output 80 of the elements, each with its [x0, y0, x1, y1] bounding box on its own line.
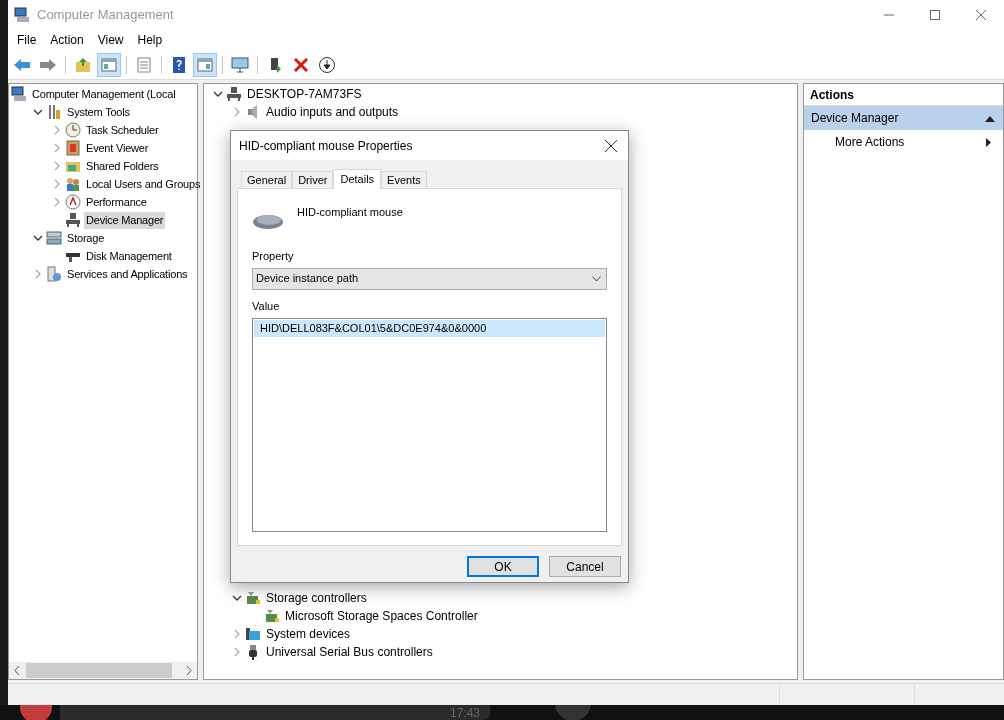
collapse-triangle-icon [985, 114, 995, 122]
tab[interactable]: Driver [292, 171, 334, 188]
value-item[interactable]: HID\DELL083F&COL01\5&DC0E974&0&0000 [254, 320, 605, 337]
list-icon [135, 55, 153, 74]
users-icon [65, 176, 81, 192]
clock-text: 17:43 [449, 707, 480, 720]
menu-item[interactable]: File [10, 31, 44, 49]
tree-item[interactable]: Event Viewer [84, 139, 151, 157]
controller-icon [264, 608, 280, 624]
tree-item[interactable]: Audio inputs and outputs [264, 103, 401, 121]
expanded-chevron-icon[interactable] [213, 89, 223, 99]
controller-icon [245, 590, 261, 606]
collapsed-chevron-icon[interactable] [52, 125, 62, 135]
services-icon [46, 266, 62, 282]
remove-icon [292, 55, 310, 74]
folder-icon [74, 55, 92, 74]
submenu-arrow-icon [986, 137, 991, 147]
tree-item[interactable]: Local Users and Groups [84, 175, 203, 193]
device-name: HID-compliant mouse [297, 205, 403, 220]
tree-item[interactable]: DESKTOP-7AM73FS [245, 85, 364, 103]
expanded-chevron-icon[interactable] [33, 233, 43, 243]
dialog-title: HID-compliant mouse Properties [239, 137, 413, 155]
property-label: Property [252, 249, 295, 264]
tree-item[interactable]: Storage [65, 229, 107, 247]
action-link[interactable]: More Actions [835, 133, 905, 151]
clock-icon [65, 122, 81, 138]
collapsed-chevron-icon[interactable] [52, 179, 62, 189]
tree-item[interactable]: Microsoft Storage Spaces Controller [283, 607, 480, 625]
collapsed-chevron-icon[interactable] [232, 107, 242, 117]
help-icon [170, 55, 188, 74]
tree-item[interactable]: Task Scheduler [84, 121, 161, 139]
log-icon [65, 140, 81, 156]
download-icon [318, 55, 336, 74]
gauge-icon [65, 194, 81, 210]
tree-item[interactable]: Performance [84, 193, 149, 211]
tree-item[interactable]: System devices [264, 625, 353, 643]
tree-item[interactable]: System Tools [65, 103, 132, 121]
storage-icon [46, 230, 62, 246]
action-section-header[interactable]: Device Manager [804, 106, 1003, 130]
tree-item[interactable]: Services and Applications [65, 265, 190, 283]
computer-icon [11, 86, 27, 102]
expanded-chevron-icon[interactable] [232, 593, 242, 603]
tree-item[interactable]: Shared Folders [84, 157, 161, 175]
menu-item[interactable]: View [90, 31, 131, 49]
close-icon[interactable] [605, 139, 617, 152]
collapsed-chevron-icon[interactable] [33, 269, 43, 279]
computer-icon [14, 7, 30, 23]
expanded-chevron-icon[interactable] [33, 107, 43, 117]
tree-item[interactable]: Universal Serial Bus controllers [264, 643, 435, 661]
collapsed-chevron-icon[interactable] [52, 197, 62, 207]
window-title: Computer Management [37, 6, 174, 25]
computer-icon [226, 86, 242, 102]
menu-item[interactable]: Help [130, 31, 170, 49]
close-icon [976, 10, 986, 20]
menu-item[interactable]: Action [43, 31, 91, 49]
folder-monitor-icon [245, 626, 261, 642]
cancel-button[interactable]: Cancel [549, 556, 621, 577]
scrollbar-thumb[interactable] [26, 663, 172, 678]
tab[interactable]: Details [333, 169, 382, 189]
collapsed-chevron-icon[interactable] [232, 647, 242, 657]
tab[interactable]: General [241, 171, 293, 188]
collapsed-chevron-icon[interactable] [232, 629, 242, 639]
tree-item[interactable]: Computer Management (Local [30, 85, 178, 103]
tree-item[interactable]: Device Manager [84, 211, 166, 229]
tab[interactable]: Events [381, 171, 427, 188]
caret-icon [592, 275, 601, 282]
monitor-icon [231, 55, 249, 74]
tools-icon [46, 104, 62, 120]
maximize-icon [930, 10, 940, 20]
property-dropdown[interactable]: Device instance path [252, 267, 607, 290]
tree-item[interactable]: Storage controllers [264, 589, 369, 607]
pane-button[interactable] [97, 52, 121, 77]
pane-icon [100, 55, 118, 74]
computer-icon [65, 212, 81, 228]
pane-icon [196, 55, 214, 74]
tree-item[interactable]: Disk Management [84, 247, 174, 265]
value-label: Value [252, 298, 281, 314]
collapsed-chevron-icon[interactable] [52, 161, 62, 171]
collapsed-chevron-icon[interactable] [52, 143, 62, 153]
ok-button[interactable]: OK [467, 556, 539, 577]
